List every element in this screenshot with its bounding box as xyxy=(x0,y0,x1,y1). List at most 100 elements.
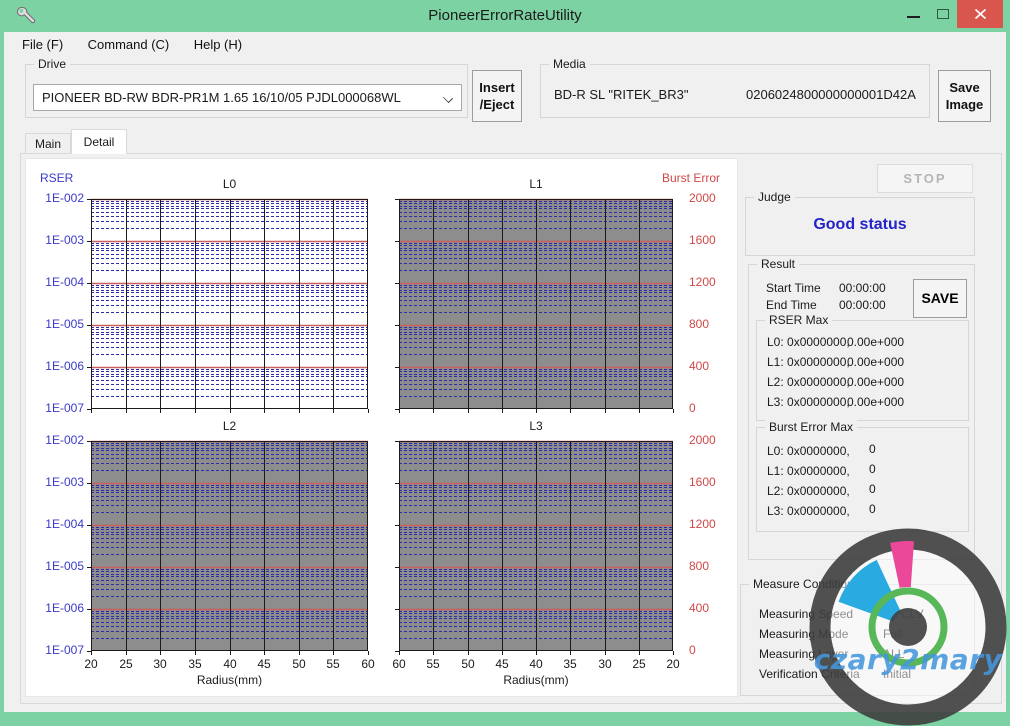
maximize-icon xyxy=(937,9,949,19)
y-tick-label: 1E-005 xyxy=(45,559,84,573)
stop-button[interactable]: STOP xyxy=(877,164,973,193)
verification-criteria-label: Verification Criteria xyxy=(759,667,860,681)
y2-tick-label: 400 xyxy=(689,601,710,615)
maximize-button[interactable] xyxy=(929,0,957,28)
y-tick-label: 1E-006 xyxy=(45,359,84,373)
y2-tick-label: 2000 xyxy=(689,191,716,205)
y-tick-label: 1E-004 xyxy=(45,517,84,531)
media-group-label: Media xyxy=(549,57,590,71)
measuring-layer-value: ALL xyxy=(883,647,905,661)
x-tick-label: 50 xyxy=(461,657,475,671)
y2-tick-label: 1200 xyxy=(689,517,716,531)
result-group-label: Result xyxy=(757,257,800,271)
x-tick-label: 35 xyxy=(563,657,577,671)
burst-max-l3-label: L3: 0x0000000, xyxy=(767,504,850,518)
burst-error-max-groupbox: Burst Error Max L0: 0x0000000, 0 L1: 0x0… xyxy=(756,420,969,532)
measure-condition-groupbox: Measure Condition Measuring Speed 2X CLV… xyxy=(740,577,975,696)
chart-plot-L2 xyxy=(87,440,369,655)
chart-plot-L1 xyxy=(395,198,674,413)
menu-command[interactable]: Command (C) xyxy=(78,32,180,57)
start-time-value: 00:00:00 xyxy=(839,281,886,295)
save-image-button[interactable]: Save Image xyxy=(938,70,991,122)
menubar: File (F) Command (C) Help (H) xyxy=(4,32,1006,58)
burst-max-l0-value: 0 xyxy=(869,442,876,456)
y2-tick-label: 1600 xyxy=(689,233,716,247)
x-tick-label: 60 xyxy=(392,657,406,671)
y-tick-label: 1E-002 xyxy=(45,433,84,447)
minimize-button[interactable] xyxy=(899,0,927,28)
x-tick-label: 55 xyxy=(426,657,440,671)
tab-detail[interactable]: Detail xyxy=(71,129,127,154)
y2-tick-label: 800 xyxy=(689,317,710,331)
rser-max-l3-label: L3: 0x0000000, xyxy=(767,395,850,409)
close-icon xyxy=(974,8,986,20)
x-tick-label: 40 xyxy=(529,657,543,671)
tab-main[interactable]: Main xyxy=(25,133,71,153)
x-axis-label: Radius(mm) xyxy=(503,673,569,687)
chart-title-L2: L2 xyxy=(222,419,237,433)
burst-max-l1-value: 0 xyxy=(869,462,876,476)
x-tick-label: 30 xyxy=(598,657,612,671)
judge-group-label: Judge xyxy=(754,190,795,204)
menu-help[interactable]: Help (H) xyxy=(184,32,252,57)
window-title: PioneerErrorRateUtility xyxy=(428,7,582,24)
x-tick-label: 40 xyxy=(223,657,237,671)
y-tick-label: 1E-007 xyxy=(45,401,84,415)
media-type: BD-R SL "RITEK_BR3" xyxy=(554,87,689,102)
menu-file[interactable]: File (F) xyxy=(12,32,73,57)
burst-error-max-group-label: Burst Error Max xyxy=(765,420,858,434)
measuring-speed-value: 2X CLV xyxy=(883,607,924,621)
burst-max-l2-value: 0 xyxy=(869,482,876,496)
y-tick-label: 1E-002 xyxy=(45,191,84,205)
save-button[interactable]: SAVE xyxy=(913,279,967,318)
y2-tick-label: 800 xyxy=(689,559,710,573)
y-tick-label: 1E-005 xyxy=(45,317,84,331)
rser-max-l3-value: 0.00e+000 xyxy=(847,395,905,409)
burst-max-l1-label: L1: 0x0000000, xyxy=(767,464,850,478)
chart-title-L3: L3 xyxy=(529,419,543,433)
y-tick-label: 1E-007 xyxy=(45,643,84,657)
chart-title-L1: L1 xyxy=(529,177,543,191)
drive-select[interactable]: PIONEER BD-RW BDR-PR1M 1.65 16/10/05 PJD… xyxy=(33,84,462,111)
y2-tick-label: 2000 xyxy=(689,433,716,447)
rser-max-l2-label: L2: 0x0000000, xyxy=(767,375,850,389)
y-axis-title: RSER xyxy=(40,171,74,185)
x-tick-label: 30 xyxy=(153,657,167,671)
measuring-mode-value: Full xyxy=(883,627,903,641)
insert-eject-button[interactable]: Insert /Eject xyxy=(472,70,522,122)
x-tick-label: 60 xyxy=(361,657,375,671)
rser-max-group-label: RSER Max xyxy=(765,313,833,327)
y-tick-label: 1E-003 xyxy=(45,475,84,489)
y-tick-label: 1E-004 xyxy=(45,275,84,289)
y-tick-label: 1E-006 xyxy=(45,601,84,615)
insert-eject-line1: Insert xyxy=(479,80,515,95)
rser-max-l1-label: L1: 0x0000000, xyxy=(767,355,850,369)
x-tick-label: 55 xyxy=(326,657,340,671)
window-content: File (F) Command (C) Help (H) Drive PION… xyxy=(4,32,1007,726)
burst-max-l2-label: L2: 0x0000000, xyxy=(767,484,850,498)
y-tick-label: 1E-003 xyxy=(45,233,84,247)
titlebar: PioneerErrorRateUtility xyxy=(0,0,1010,32)
y2-axis-title: Burst Error xyxy=(661,171,720,185)
judge-status: Good status xyxy=(813,216,907,233)
measuring-speed-label: Measuring Speed xyxy=(759,607,854,621)
x-tick-label: 20 xyxy=(666,657,680,671)
y2-tick-label: 400 xyxy=(689,359,710,373)
result-groupbox: Result Start Time 00:00:00 End Time 00:0… xyxy=(748,257,975,560)
verification-criteria-value: Initial xyxy=(883,667,912,681)
burst-max-l0-label: L0: 0x0000000, xyxy=(767,444,850,458)
drive-groupbox: Drive PIONEER BD-RW BDR-PR1M 1.65 16/10/… xyxy=(25,57,468,118)
drive-group-label: Drive xyxy=(34,57,71,71)
save-image-line2: Image xyxy=(945,97,984,112)
chart-plot-L3 xyxy=(395,440,674,655)
judge-groupbox: Judge Good status xyxy=(745,190,975,256)
app-window: PioneerErrorRateUtility File (F) Command… xyxy=(0,0,1010,726)
rser-max-l2-value: 0.00e+000 xyxy=(847,375,905,389)
x-tick-label: 25 xyxy=(119,657,133,671)
measuring-layer-label: Measuring Layer xyxy=(759,647,849,661)
y2-tick-label: 1600 xyxy=(689,475,716,489)
media-groupbox: Media BD-R SL "RITEK_BR3" 02060248000000… xyxy=(540,57,930,118)
measure-condition-group-label: Measure Condition xyxy=(749,577,858,591)
x-tick-label: 20 xyxy=(84,657,98,671)
close-button[interactable] xyxy=(957,0,1003,28)
